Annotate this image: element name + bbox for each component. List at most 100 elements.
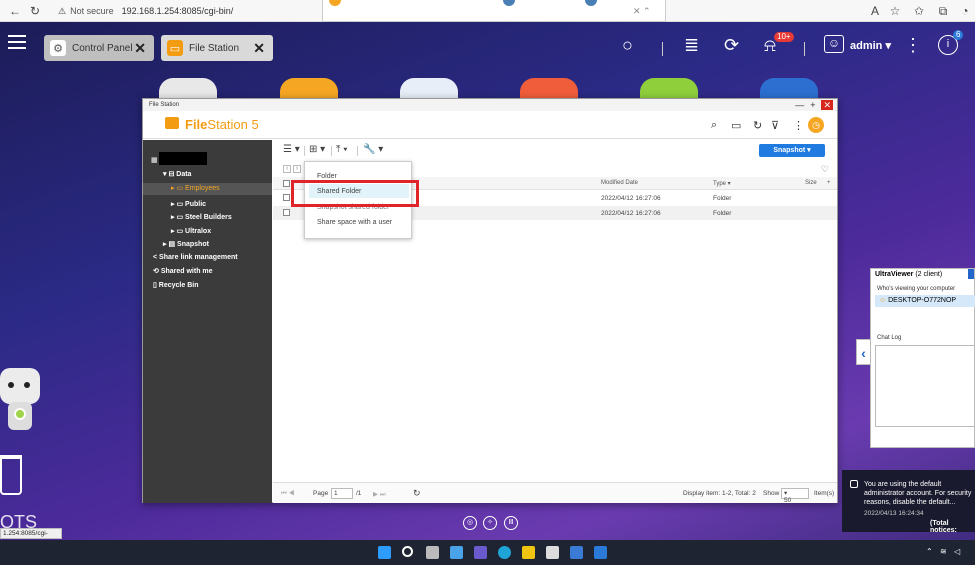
- chat-icon[interactable]: [474, 546, 487, 559]
- favorite-icon[interactable]: ☆: [888, 4, 902, 18]
- next-page-icon[interactable]: ▶ ⏭: [373, 490, 386, 499]
- favorites-list-icon[interactable]: ✩: [912, 4, 926, 18]
- items-label: Item(s): [814, 490, 835, 497]
- chat-log-box[interactable]: [875, 345, 975, 427]
- pagination-bar: ⏮ ◀ Page 1 /1 ▶ ⏭ ↻ Display item: 1-2, T…: [273, 482, 837, 504]
- add-column-icon[interactable]: +: [827, 180, 831, 186]
- sidebar-item-employees[interactable]: ▸ ▭ Employees: [143, 183, 272, 195]
- favorite-icon[interactable]: ♡: [821, 164, 829, 175]
- refresh-icon[interactable]: ↻: [413, 488, 421, 499]
- status-icon[interactable]: ◷: [808, 117, 824, 133]
- taskbar: ⌃ ≋ ◁: [0, 540, 975, 565]
- edge-icon[interactable]: [498, 546, 511, 559]
- user-icon[interactable]: ☺: [824, 35, 844, 53]
- menu-item-share-space[interactable]: Share space with a user: [317, 219, 392, 226]
- close-icon[interactable]: [968, 269, 974, 279]
- overlay-icon: [329, 0, 341, 6]
- row-checkbox[interactable]: [283, 209, 290, 216]
- info-badge: 6: [953, 30, 964, 40]
- chat-log-label: Chat Log: [877, 335, 902, 341]
- sidebar-item-data[interactable]: ▾ ⊟ Data: [163, 170, 191, 178]
- file-explorer-icon[interactable]: [522, 546, 535, 559]
- items-per-page-select[interactable]: 50 ▾: [781, 488, 809, 504]
- first-page-icon[interactable]: ⏮ ◀: [281, 490, 294, 498]
- close-icon[interactable]: ✕: [253, 40, 265, 57]
- sidebar-item-steel-builders[interactable]: ▸ ▭ Steel Builders: [171, 213, 232, 221]
- menu-item-folder[interactable]: Folder: [317, 173, 337, 180]
- view-mode-icon[interactable]: ☰ ▾: [283, 144, 300, 155]
- task-view-icon[interactable]: [426, 546, 439, 559]
- windows-start-icon[interactable]: [378, 546, 391, 559]
- sidebar-item-share-link[interactable]: < Share link management: [153, 254, 238, 261]
- dock-icon[interactable]: ◎: [463, 516, 477, 530]
- more-options-icon[interactable]: ⋮: [793, 119, 804, 132]
- address-bar[interactable]: ⚠ Not secure 192.168.1.254:8085/cgi-bin/: [58, 4, 233, 18]
- sidebar-item-recycle-bin[interactable]: ▯ Recycle Bin: [153, 281, 198, 289]
- refresh-icon[interactable]: ↻: [753, 119, 762, 132]
- overlay-icon: [503, 0, 515, 6]
- widgets-icon[interactable]: [450, 546, 463, 559]
- maximize-icon[interactable]: +: [810, 100, 815, 110]
- collections-icon[interactable]: ⧉: [936, 4, 950, 18]
- search-icon[interactable]: [402, 546, 413, 557]
- trash-icon[interactable]: [0, 455, 22, 495]
- sidebar-item-ultralox[interactable]: ▸ ▭ Ultralox: [171, 227, 211, 235]
- notice-icon: [850, 480, 858, 488]
- sidebar-item-snapshot[interactable]: ▸ ▤ Snapshot: [163, 240, 209, 248]
- filter-icon[interactable]: ⊽: [771, 119, 779, 132]
- bell-icon[interactable]: ⍾ 10+: [764, 32, 794, 56]
- background-tasks-icon[interactable]: ≣: [684, 35, 699, 56]
- read-aloud-icon[interactable]: A: [868, 4, 882, 18]
- search-icon[interactable]: ○: [622, 35, 633, 56]
- profile-icon[interactable]: ◔: [958, 4, 972, 18]
- store-icon[interactable]: [546, 546, 559, 559]
- search-icon[interactable]: ⌕: [711, 119, 717, 132]
- tab-file-station[interactable]: ▭ File Station ✕: [161, 35, 273, 61]
- external-device-icon[interactable]: ⟳: [724, 35, 739, 56]
- sidebar-item-public[interactable]: ▸ ▭ Public: [171, 200, 206, 208]
- tab-control-panel[interactable]: ⚙ Control Panel ✕: [44, 35, 154, 61]
- ultraviewer-icon[interactable]: [594, 546, 607, 559]
- wifi-icon[interactable]: ≋: [940, 547, 947, 556]
- warning-icon: ⚠: [58, 6, 67, 16]
- main-menu-icon[interactable]: [8, 35, 26, 51]
- notification-badge: 10+: [774, 32, 794, 42]
- row-type: Folder: [713, 210, 732, 217]
- minimize-icon[interactable]: —: [795, 100, 804, 110]
- app-logo: FileStation 5: [185, 117, 259, 132]
- tools-icon[interactable]: 🔧 ▾: [363, 144, 383, 155]
- create-folder-icon[interactable]: ⊞ ▾: [309, 144, 325, 155]
- nav-arrows[interactable]: ‹ ›: [283, 165, 303, 173]
- mail-icon[interactable]: [570, 546, 583, 559]
- notice-popup[interactable]: You are using the default administrator …: [842, 470, 975, 534]
- collapse-arrow-icon[interactable]: ‹: [856, 339, 870, 365]
- select-all-checkbox[interactable]: [283, 180, 290, 187]
- column-modified[interactable]: Modified Date: [601, 180, 638, 186]
- client-item[interactable]: ☺ DESKTOP-O772NOP: [875, 295, 975, 307]
- upload-icon[interactable]: ⤒ ▾: [336, 144, 347, 155]
- url-text: 192.168.1.254:8085/cgi-bin/: [121, 6, 234, 16]
- display-info: Display item: 1-2, Total: 2: [683, 490, 756, 497]
- column-type[interactable]: Type ▾: [713, 180, 731, 187]
- dock-icon[interactable]: Ⅲ: [504, 516, 518, 530]
- overlay-icon: [585, 0, 597, 6]
- page-input[interactable]: 1: [331, 488, 353, 499]
- more-options-icon[interactable]: ⋮: [904, 35, 922, 56]
- volume-icon[interactable]: ◁: [954, 547, 960, 556]
- close-icon[interactable]: ✕: [821, 100, 833, 110]
- tray-chevron-icon[interactable]: ⌃: [926, 547, 933, 556]
- close-icon[interactable]: ✕: [134, 40, 146, 57]
- user-menu[interactable]: admin ▾: [850, 39, 891, 52]
- snapshot-button[interactable]: Snapshot ▾: [759, 144, 825, 157]
- row-checkbox[interactable]: [283, 194, 290, 201]
- row-modified: 2022/04/12 16:27:06: [601, 195, 661, 202]
- back-icon[interactable]: ←: [8, 4, 22, 18]
- robot-icon[interactable]: [0, 368, 40, 404]
- info-icon[interactable]: i 6: [938, 30, 964, 55]
- drive-icon[interactable]: ▭: [731, 119, 741, 132]
- refresh-icon[interactable]: ↻: [28, 4, 42, 18]
- overlay-controls-icon[interactable]: ✕ ⌃: [633, 6, 651, 17]
- sidebar-item-shared-with-me[interactable]: ⟲ Shared with me: [153, 267, 213, 275]
- dock-icon[interactable]: ✧: [483, 516, 497, 530]
- column-size[interactable]: Size: [805, 180, 817, 186]
